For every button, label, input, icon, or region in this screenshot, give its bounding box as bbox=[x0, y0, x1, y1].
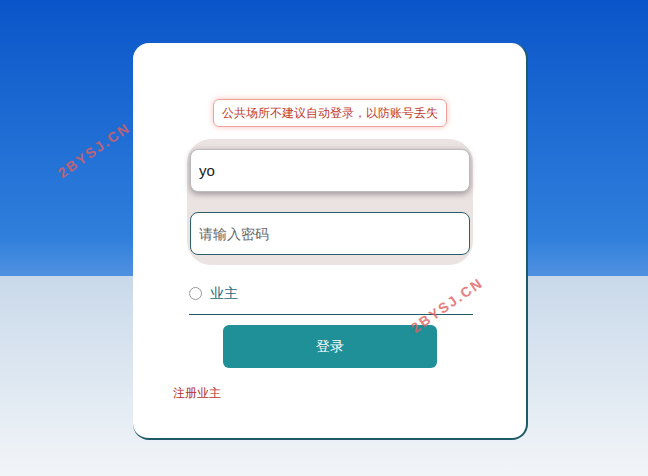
role-radio[interactable]: 业主 bbox=[189, 283, 238, 304]
username-input[interactable] bbox=[190, 149, 470, 192]
login-page: 公共场所不建议自动登录，以防账号丢失业主登录注册业主2BYSJ.CN2BYSJ.… bbox=[0, 0, 648, 476]
watermark: 2BYSJ.CN bbox=[54, 118, 135, 184]
input-group bbox=[187, 139, 473, 265]
password-input[interactable] bbox=[190, 212, 470, 255]
notice-badge: 公共场所不建议自动登录，以防账号丢失 bbox=[213, 99, 447, 127]
radio-circle-icon bbox=[189, 287, 202, 300]
register-link[interactable]: 注册业主 bbox=[173, 386, 221, 400]
login-card: 公共场所不建议自动登录，以防账号丢失业主登录注册业主 bbox=[133, 43, 528, 440]
login-button[interactable]: 登录 bbox=[223, 325, 437, 368]
